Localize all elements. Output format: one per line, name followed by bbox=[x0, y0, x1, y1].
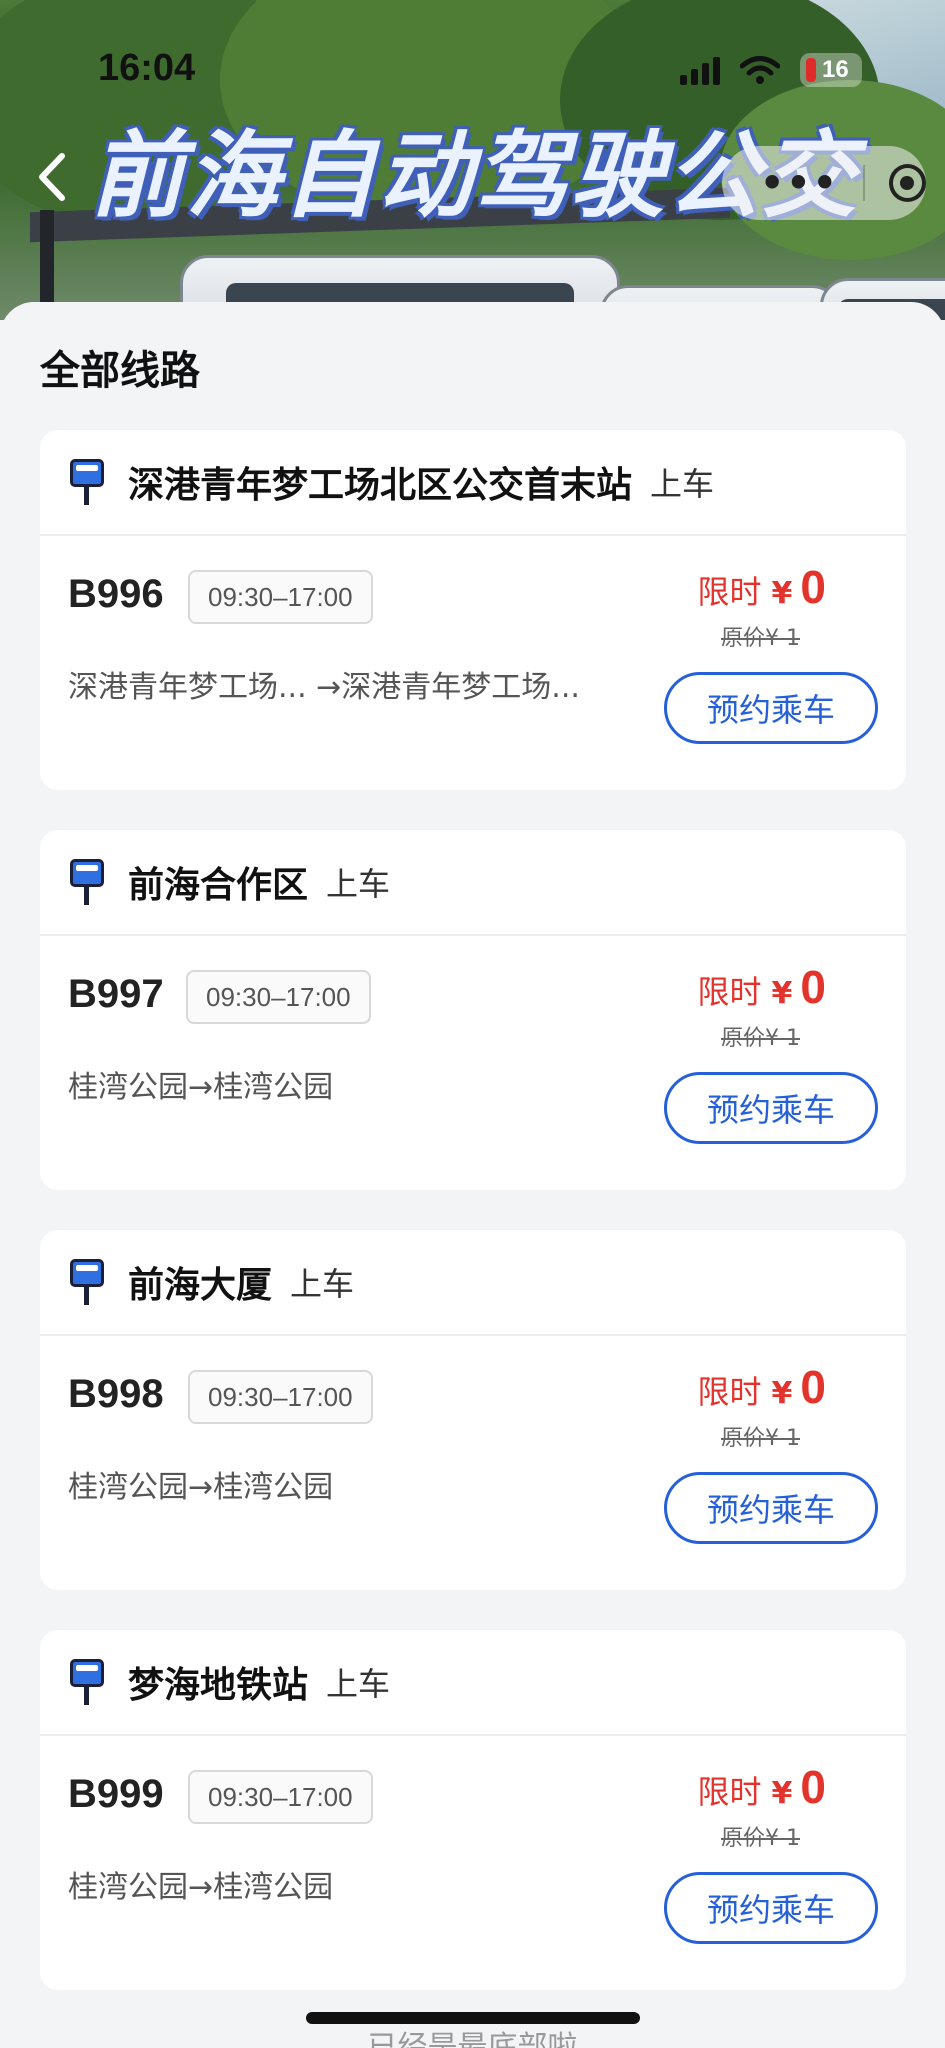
route-card: 前海大厦 上车 B998 09:30–17:00 桂湾公园→桂湾公园 限时 ¥ … bbox=[40, 1230, 906, 1590]
limited-price: 限时 ¥ 0 bbox=[698, 960, 826, 1014]
back-arrow-icon[interactable] bbox=[38, 152, 66, 202]
bus-stop-icon bbox=[70, 859, 104, 905]
route-card: 前海合作区 上车 B997 09:30–17:00 桂湾公园→桂湾公园 限时 ¥… bbox=[40, 830, 906, 1190]
book-ride-button[interactable]: 预约乘车 bbox=[664, 672, 878, 744]
price-value: 0 bbox=[800, 561, 826, 613]
signal-icon bbox=[680, 57, 720, 85]
original-price: 原价¥ 1 bbox=[721, 1426, 800, 1451]
limited-price: 限时 ¥ 0 bbox=[698, 1360, 826, 1414]
route-number: B996 bbox=[68, 572, 164, 616]
book-ride-button[interactable]: 预约乘车 bbox=[664, 1472, 878, 1544]
bus-stop-icon bbox=[70, 459, 104, 505]
battery-level bbox=[806, 58, 816, 82]
price-value: 0 bbox=[800, 1761, 826, 1813]
route-path: 桂湾公园→桂湾公园 bbox=[68, 1470, 334, 1505]
limited-price: 限时 ¥ 0 bbox=[698, 560, 826, 614]
service-hours: 09:30–17:00 bbox=[188, 570, 373, 624]
route-number: B999 bbox=[68, 1772, 164, 1816]
original-price: 原价¥ 1 bbox=[721, 626, 800, 651]
route-card: 梦海地铁站 上车 B999 09:30–17:00 桂湾公园→桂湾公园 限时 ¥… bbox=[40, 1630, 906, 1990]
wifi-icon bbox=[740, 56, 780, 84]
limited-label: 限时 bbox=[697, 973, 762, 1011]
route-path: 桂湾公园→桂湾公园 bbox=[68, 1870, 334, 1905]
board-label: 上车 bbox=[650, 465, 715, 503]
status-time: 16:04 bbox=[98, 47, 196, 89]
battery-icon: 16 bbox=[800, 53, 862, 87]
mini-program-capsule[interactable]: ••• bbox=[722, 146, 926, 220]
currency: ¥ bbox=[771, 1376, 793, 1411]
target-icon[interactable] bbox=[888, 164, 926, 202]
end-of-list-text: 已经是最底部啦 bbox=[367, 2030, 578, 2048]
home-indicator[interactable] bbox=[306, 2012, 640, 2024]
card-header: 深港青年梦工场北区公交首末站 上车 bbox=[40, 430, 906, 536]
book-ride-button[interactable]: 预约乘车 bbox=[664, 1072, 878, 1144]
card-header: 前海合作区 上车 bbox=[40, 830, 906, 936]
original-price: 原价¥ 1 bbox=[721, 1026, 800, 1051]
currency: ¥ bbox=[771, 976, 793, 1011]
card-header: 前海大厦 上车 bbox=[40, 1230, 906, 1336]
stop-name: 梦海地铁站 bbox=[128, 1665, 309, 1706]
service-hours: 09:30–17:00 bbox=[186, 970, 371, 1024]
board-label: 上车 bbox=[326, 865, 391, 903]
route-number: B997 bbox=[68, 972, 164, 1016]
limited-price: 限时 ¥ 0 bbox=[698, 1760, 826, 1814]
service-hours: 09:30–17:00 bbox=[188, 1370, 373, 1424]
more-dots-icon[interactable]: ••• bbox=[760, 161, 839, 205]
price-value: 0 bbox=[800, 961, 826, 1013]
original-price: 原价¥ 1 bbox=[721, 1826, 800, 1851]
board-label: 上车 bbox=[326, 1665, 391, 1703]
limited-label: 限时 bbox=[697, 573, 762, 611]
limited-label: 限时 bbox=[697, 1373, 762, 1411]
stop-name: 前海大厦 bbox=[128, 1265, 273, 1306]
route-sheet: 全部线路 深港青年梦工场北区公交首末站 上车 B996 09:30–17:00 … bbox=[0, 302, 945, 2048]
battery-percent: 16 bbox=[822, 56, 849, 83]
currency: ¥ bbox=[771, 576, 793, 611]
status-bar: 16:04 16 bbox=[0, 45, 945, 95]
limited-label: 限时 bbox=[697, 1773, 762, 1811]
section-title: 全部线路 bbox=[40, 348, 200, 394]
route-card: 深港青年梦工场北区公交首末站 上车 B996 09:30–17:00 深港青年梦… bbox=[40, 430, 906, 790]
bus-stop-icon bbox=[70, 1259, 104, 1305]
book-ride-button[interactable]: 预约乘车 bbox=[664, 1872, 878, 1944]
bus-stop-icon bbox=[70, 1659, 104, 1705]
service-hours: 09:30–17:00 bbox=[188, 1770, 373, 1824]
capsule-divider bbox=[862, 165, 865, 201]
currency: ¥ bbox=[771, 1776, 793, 1811]
board-label: 上车 bbox=[290, 1265, 355, 1303]
price-value: 0 bbox=[800, 1361, 826, 1413]
route-path: 深港青年梦工场... →深港青年梦工场... bbox=[68, 670, 580, 705]
stop-name: 深港青年梦工场北区公交首末站 bbox=[128, 465, 633, 506]
card-header: 梦海地铁站 上车 bbox=[40, 1630, 906, 1736]
route-number: B998 bbox=[68, 1372, 164, 1416]
route-path: 桂湾公园→桂湾公园 bbox=[68, 1070, 334, 1105]
stop-name: 前海合作区 bbox=[128, 865, 309, 906]
